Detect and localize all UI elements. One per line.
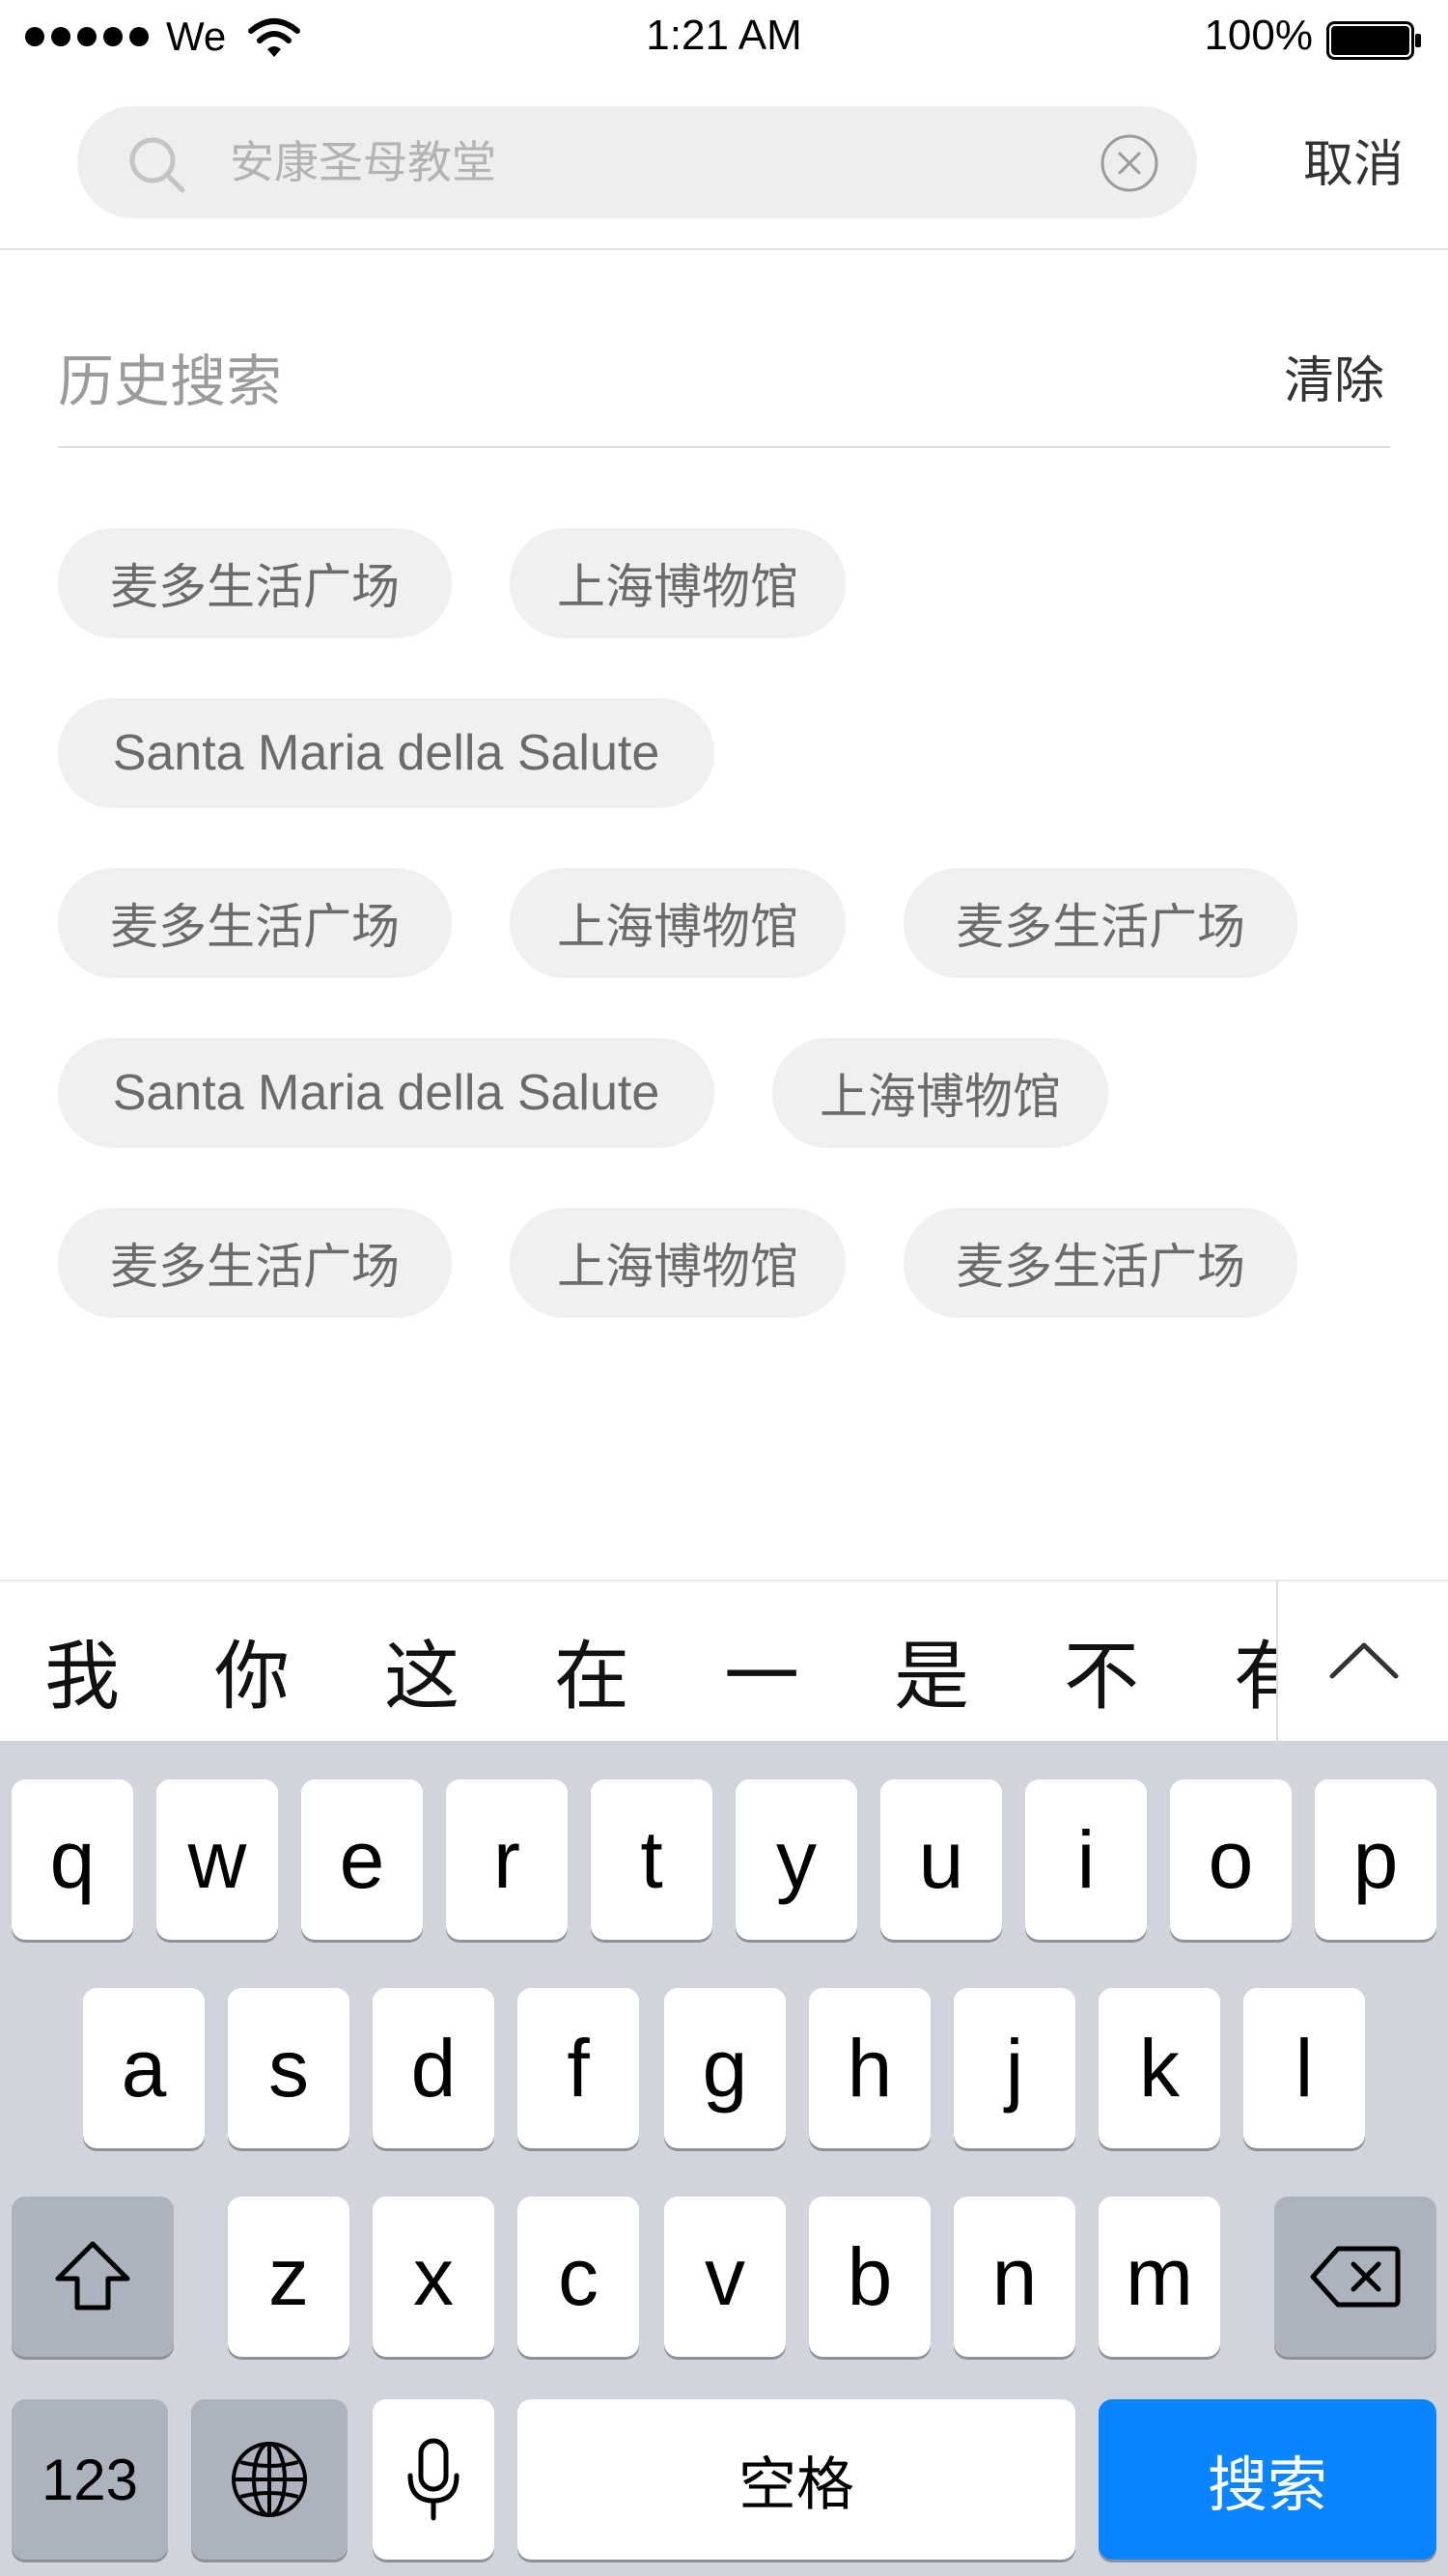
expand-candidates-button[interactable] (1276, 1582, 1448, 1741)
history-chip[interactable]: 上海博物馆 (510, 1208, 846, 1318)
key-a[interactable]: a (83, 1988, 205, 2148)
globe-icon (232, 2442, 307, 2517)
history-divider (58, 446, 1390, 448)
key-t[interactable]: t (591, 1779, 712, 1940)
key-b[interactable]: b (809, 2197, 931, 2357)
battery-icon (1326, 21, 1421, 60)
status-bar: We 1:21 AM 100% (0, 0, 1448, 79)
key-u[interactable]: u (880, 1779, 1002, 1940)
key-c[interactable]: c (517, 2197, 639, 2357)
history-chip[interactable]: Santa Maria della Salute (58, 1038, 714, 1148)
key-o[interactable]: o (1170, 1779, 1292, 1940)
backspace-icon (1310, 2246, 1401, 2308)
key-i[interactable]: i (1025, 1779, 1147, 1940)
microphone-icon (407, 2438, 459, 2521)
history-chip[interactable]: 麦多生活广场 (904, 868, 1297, 978)
search-input[interactable] (230, 106, 1118, 218)
key-z[interactable]: z (228, 2197, 349, 2357)
cancel-button[interactable]: 取消 (1303, 124, 1404, 196)
chevron-up-icon (1329, 1642, 1399, 1679)
key-l[interactable]: l (1243, 1988, 1365, 2148)
key-m[interactable]: m (1099, 2197, 1220, 2357)
history-chip[interactable]: 麦多生活广场 (904, 1208, 1297, 1318)
key-w[interactable]: w (156, 1779, 278, 1940)
shift-key[interactable] (12, 2197, 174, 2357)
key-r[interactable]: r (446, 1779, 568, 1940)
history-chip[interactable]: 麦多生活广场 (58, 528, 452, 638)
key-s[interactable]: s (228, 1988, 349, 2148)
candidate-word[interactable]: 这 (384, 1616, 459, 1724)
numbers-key[interactable]: 123 (12, 2399, 168, 2560)
candidate-bar: 我 你 这 在 一 是 不 有 (0, 1580, 1448, 1741)
history-title: 历史搜索 (58, 349, 283, 414)
key-j[interactable]: j (954, 1988, 1075, 2148)
header-divider (0, 248, 1448, 250)
candidate-word[interactable]: 在 (554, 1616, 629, 1724)
dictation-key[interactable] (373, 2399, 494, 2560)
search-key[interactable]: 搜索 (1099, 2399, 1436, 2560)
candidate-word[interactable]: 一 (724, 1616, 799, 1724)
history-chip[interactable]: 上海博物馆 (510, 528, 846, 638)
key-v[interactable]: v (664, 2197, 786, 2357)
key-d[interactable]: d (373, 1988, 494, 2148)
history-chip[interactable]: 上海博物馆 (510, 868, 846, 978)
key-y[interactable]: y (736, 1779, 857, 1940)
clear-input-icon[interactable] (1100, 133, 1159, 193)
keyboard: q w e r t y u i o p a s d f g h j k l z … (0, 1741, 1448, 2576)
candidate-word[interactable]: 你 (214, 1616, 290, 1724)
history-chip[interactable]: 上海博物馆 (772, 1038, 1108, 1148)
clear-history-button[interactable]: 清除 (1284, 340, 1384, 412)
key-n[interactable]: n (954, 2197, 1075, 2357)
search-icon (129, 137, 185, 193)
key-q[interactable]: q (12, 1779, 133, 1940)
candidate-word[interactable]: 是 (894, 1616, 969, 1724)
globe-key[interactable] (191, 2399, 348, 2560)
history-chip[interactable]: 麦多生活广场 (58, 1208, 452, 1318)
candidate-word[interactable]: 不 (1064, 1616, 1139, 1724)
history-chip[interactable]: Santa Maria della Salute (58, 698, 714, 808)
key-g[interactable]: g (664, 1988, 786, 2148)
candidate-word[interactable]: 我 (44, 1616, 120, 1724)
battery-percentage: 100% (1204, 12, 1313, 59)
shift-icon (55, 2241, 130, 2310)
delete-key[interactable] (1274, 2197, 1436, 2357)
key-h[interactable]: h (809, 1988, 931, 2148)
history-chip[interactable]: 麦多生活广场 (58, 868, 452, 978)
key-p[interactable]: p (1315, 1779, 1436, 1940)
space-key[interactable]: 空格 (517, 2399, 1075, 2560)
search-bar[interactable] (77, 106, 1197, 218)
key-e[interactable]: e (301, 1779, 423, 1940)
key-f[interactable]: f (517, 1988, 639, 2148)
key-k[interactable]: k (1099, 1988, 1220, 2148)
key-x[interactable]: x (373, 2197, 494, 2357)
